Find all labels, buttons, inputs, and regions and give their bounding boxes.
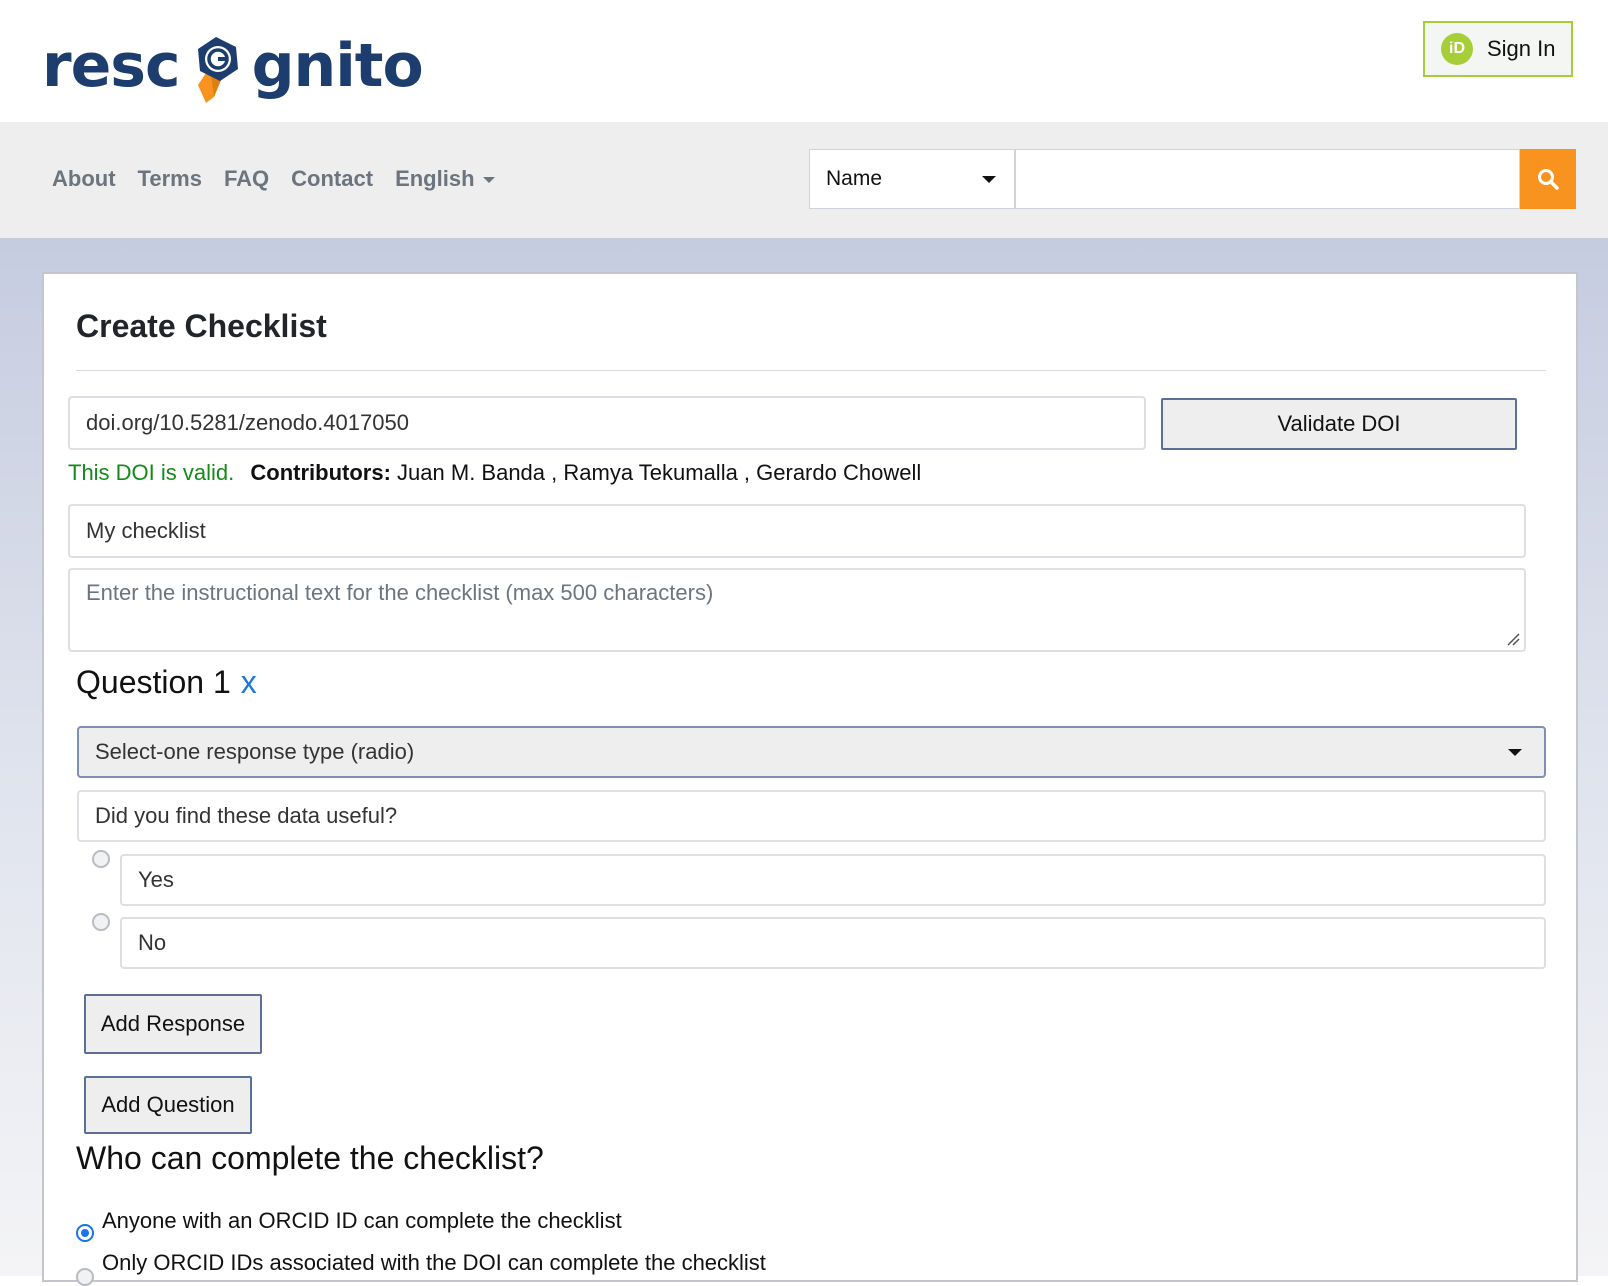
resize-handle-icon[interactable] [1506,632,1520,646]
search-type-select[interactable]: Name [809,149,1015,209]
site-header: resc gnito iD Sign In [0,0,1608,124]
radio-doi-orcid-only[interactable] [76,1268,94,1286]
search-type-label: Name [826,167,883,190]
title-divider [76,370,1546,371]
instructions-textarea[interactable]: Enter the instructional text for the che… [68,568,1526,652]
rescognito-logo[interactable]: resc gnito [42,16,424,116]
nav-bar: About Terms FAQ Contact English Name [0,122,1608,240]
doi-input[interactable] [68,396,1146,450]
caret-down-icon [982,176,996,183]
doi-valid-message: This DOI is valid. [68,460,235,485]
remove-question-button[interactable]: x [241,664,257,700]
add-question-button[interactable]: Add Question [84,1076,252,1134]
language-dropdown[interactable]: English [395,166,495,192]
radio-anyone-orcid[interactable] [76,1224,94,1242]
response-type-label: Select-one response type (radio) [95,739,415,764]
option-anyone-orcid-label: Anyone with an ORCID ID can complete the… [102,1208,622,1233]
nav-terms[interactable]: Terms [138,166,202,192]
nav-about[interactable]: About [52,166,116,192]
response-input-yes[interactable] [120,854,1546,906]
page-title: Create Checklist [76,308,327,344]
logo-mark-icon [197,37,238,103]
instructions-placeholder: Enter the instructional text for the che… [86,580,714,605]
search-icon [1538,169,1559,190]
question-text-input[interactable] [77,790,1546,842]
nav-links: About Terms FAQ Contact English [52,166,495,192]
checklist-name-input[interactable] [68,504,1526,558]
contributors-list: Juan M. Banda , Ramya Tekumalla , Gerard… [397,460,922,485]
add-response-button[interactable]: Add Response [84,994,262,1054]
who-can-complete-heading: Who can complete the checklist? [76,1140,544,1176]
search-button[interactable] [1520,149,1576,209]
question-label: Question 1 [76,664,231,700]
chevron-down-icon [482,177,495,184]
sign-in-button[interactable]: iD Sign In [1423,21,1573,77]
sign-in-label: Sign In [1487,36,1556,61]
caret-down-icon [1508,749,1522,756]
logo-text-start: resc [42,31,181,101]
response-radio-yes[interactable] [92,850,110,868]
create-checklist-card: Create Checklist Validate DOI This DOI i… [42,272,1578,1286]
question-heading: Question 1 x [76,664,257,701]
doi-validation-status: This DOI is valid. Contributors: Juan M.… [68,460,921,486]
contributors-label: Contributors: [250,460,391,485]
response-type-select[interactable]: Select-one response type (radio) [77,726,1546,778]
orcid-icon: iD [1441,33,1473,65]
response-input-no[interactable] [120,917,1546,969]
response-radio-no[interactable] [92,913,110,931]
logo-text-end: gnito [251,31,424,101]
nav-faq[interactable]: FAQ [224,166,269,192]
search-input[interactable] [1015,149,1520,209]
validate-doi-button[interactable]: Validate DOI [1161,398,1517,450]
option-doi-orcid-only-label: Only ORCID IDs associated with the DOI c… [102,1250,766,1275]
language-label: English [395,166,475,191]
nav-contact[interactable]: Contact [291,166,373,192]
